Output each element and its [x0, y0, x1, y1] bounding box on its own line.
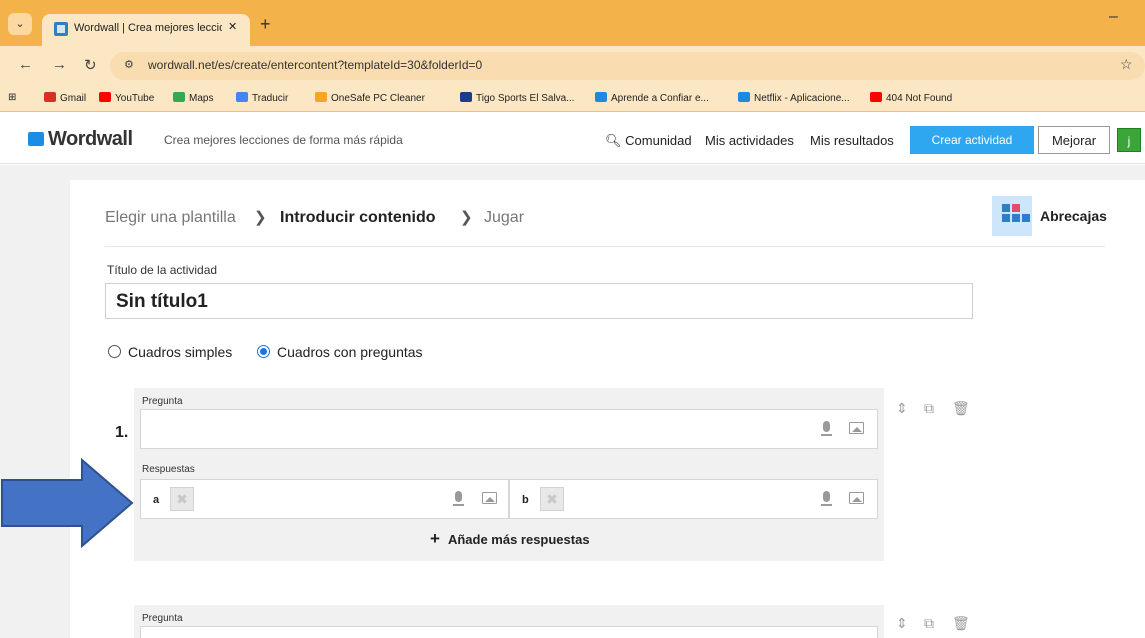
- close-icon[interactable]: ✖: [540, 487, 564, 511]
- question-input[interactable]: [140, 626, 878, 638]
- play-icon: [738, 92, 750, 102]
- wordwall-favicon-icon: [54, 22, 68, 36]
- maps-icon: [173, 92, 185, 102]
- bookmark-gmail[interactable]: Gmail: [44, 92, 86, 104]
- create-activity-button[interactable]: Crear actividad: [910, 126, 1034, 154]
- trash-icon[interactable]: 🗑︎: [952, 400, 970, 417]
- plus-icon: +: [430, 529, 440, 548]
- bookmark-aprende[interactable]: Aprende a Confiar e...: [595, 92, 709, 104]
- tab-search-menu-button[interactable]: ⌄: [8, 13, 32, 35]
- question-label: Pregunta: [142, 613, 183, 624]
- radio-boxes-with-questions[interactable]: [257, 345, 270, 358]
- forward-arrow-icon[interactable]: →: [52, 56, 67, 73]
- play-icon: [460, 92, 472, 102]
- wordwall-header: Wordwall Crea mejores lecciones de forma…: [0, 112, 1145, 164]
- upgrade-button[interactable]: Mejorar: [1038, 126, 1110, 154]
- youtube-icon: [99, 92, 111, 102]
- image-icon[interactable]: [849, 422, 864, 434]
- tab-close-icon[interactable]: ✕: [228, 20, 237, 33]
- bookmark-tigo-sports[interactable]: Tigo Sports El Salva...: [460, 92, 575, 104]
- bookmarks-bar: ⊞ Gmail YouTube Maps Traducir OneSafe PC…: [0, 86, 1145, 112]
- browser-tabstrip: ⌄ Wordwall | Crea mejores leccion ✕ + –: [0, 0, 1145, 46]
- trash-icon[interactable]: 🗑︎: [952, 615, 970, 632]
- site-settings-icon[interactable]: ⚙: [124, 58, 134, 71]
- activity-title-label: Título de la actividad: [107, 263, 218, 277]
- bookmark-star-icon[interactable]: ☆: [1120, 56, 1133, 73]
- translate-icon: [236, 92, 248, 102]
- url-text[interactable]: wordwall.net/es/create/entercontent?temp…: [148, 58, 482, 72]
- play-icon: [595, 92, 607, 102]
- radio-simple-boxes-label[interactable]: Cuadros simples: [128, 344, 232, 360]
- activity-title-input[interactable]: Sin título1: [105, 283, 973, 319]
- answer-letter: a: [153, 494, 160, 506]
- my-activities-link[interactable]: Mis actividades: [705, 133, 794, 148]
- community-link[interactable]: 🔍︎ Comunidad: [605, 133, 692, 149]
- reload-icon[interactable]: ↻: [84, 56, 97, 74]
- question-number: 1.: [115, 424, 129, 441]
- avatar[interactable]: j: [1117, 128, 1141, 152]
- bookmark-youtube[interactable]: YouTube: [99, 92, 154, 104]
- onesafe-icon: [315, 92, 327, 102]
- minimize-window-button[interactable]: –: [1109, 8, 1118, 26]
- radio-simple-boxes[interactable]: [108, 345, 121, 358]
- image-icon[interactable]: [482, 492, 497, 504]
- question-label: Pregunta: [142, 396, 183, 407]
- divider: [105, 246, 1105, 247]
- breadcrumb-step-enter-content: Introducir contenido: [280, 209, 436, 226]
- answer-letter: b: [522, 494, 529, 506]
- answers-label: Respuestas: [142, 464, 195, 475]
- search-icon: 🔍︎: [605, 133, 622, 148]
- image-icon[interactable]: [849, 492, 864, 504]
- apps-grid-icon[interactable]: ⊞: [8, 92, 16, 103]
- back-arrow-icon[interactable]: ←: [18, 56, 33, 73]
- breadcrumb-step-choose-template[interactable]: Elegir una plantilla: [105, 209, 236, 227]
- tagline: Crea mejores lecciones de forma más rápi…: [164, 133, 403, 147]
- bookmark-404[interactable]: 404 Not Found: [870, 92, 952, 104]
- blue-arrow-annotation-icon: [1, 458, 134, 548]
- microphone-icon[interactable]: [821, 491, 832, 506]
- tab-title: Wordwall | Crea mejores leccion: [74, 22, 222, 34]
- reorder-icon[interactable]: ⇕: [896, 400, 908, 417]
- browser-tab-active[interactable]: Wordwall | Crea mejores leccion ✕: [42, 14, 250, 46]
- template-name: Abrecajas: [1040, 208, 1107, 224]
- gmail-icon: [44, 92, 56, 102]
- address-bar[interactable]: ⚙ wordwall.net/es/create/entercontent?te…: [110, 52, 1145, 80]
- microphone-icon[interactable]: [821, 421, 832, 436]
- duplicate-icon[interactable]: ⧉: [924, 400, 934, 417]
- bookmark-onesafe[interactable]: OneSafe PC Cleaner: [315, 92, 425, 104]
- youtube-icon: [870, 92, 882, 102]
- breadcrumb-chevron-icon: ❯: [460, 209, 473, 226]
- template-icon: [992, 196, 1032, 236]
- wordwall-logo-icon[interactable]: [28, 132, 44, 146]
- reorder-icon[interactable]: ⇕: [896, 615, 908, 632]
- microphone-icon[interactable]: [453, 491, 464, 506]
- breadcrumb-step-play: Jugar: [484, 209, 525, 226]
- browser-toolbar: ← → ↻ ⚙ wordwall.net/es/create/entercont…: [0, 46, 1145, 86]
- question-input[interactable]: [140, 409, 878, 449]
- add-more-answers-button[interactable]: + Añade más respuestas: [430, 529, 590, 549]
- new-tab-button[interactable]: +: [260, 14, 271, 35]
- bookmark-netflix[interactable]: Netflix - Aplicacione...: [738, 92, 850, 104]
- wordwall-logo[interactable]: Wordwall: [48, 128, 133, 151]
- duplicate-icon[interactable]: ⧉: [924, 615, 934, 632]
- close-icon[interactable]: ✖: [170, 487, 194, 511]
- my-results-link[interactable]: Mis resultados: [810, 133, 894, 148]
- answer-field-a[interactable]: [140, 479, 509, 519]
- bookmark-traducir[interactable]: Traducir: [236, 92, 288, 104]
- breadcrumb-chevron-icon: ❯: [254, 209, 267, 226]
- bookmark-maps[interactable]: Maps: [173, 92, 213, 104]
- radio-boxes-with-questions-label[interactable]: Cuadros con preguntas: [277, 344, 423, 360]
